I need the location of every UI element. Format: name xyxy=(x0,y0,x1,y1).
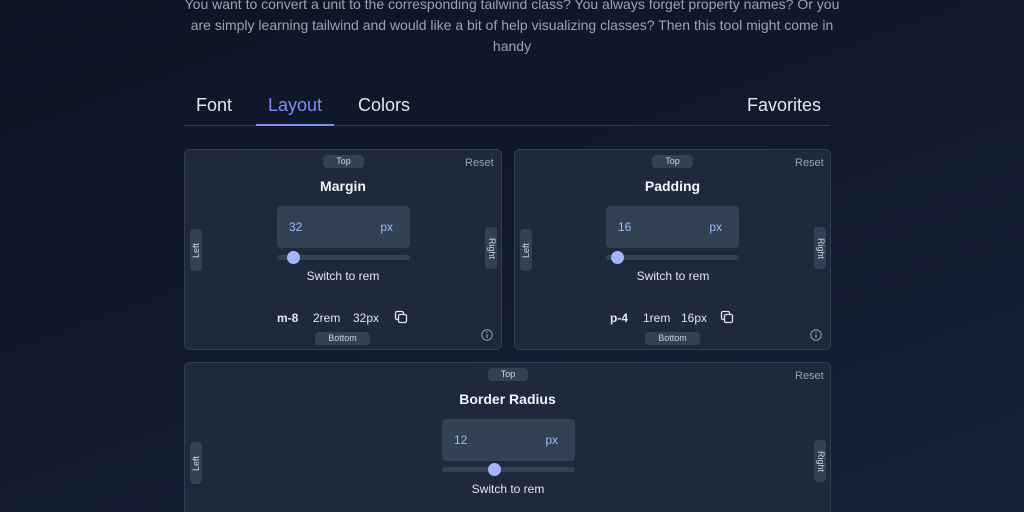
padding-rem-value: 1rem xyxy=(643,311,671,325)
tab-bar: Font Layout Colors Favorites xyxy=(184,85,830,126)
intro-line-1: You want to convert a unit to the corres… xyxy=(184,0,840,12)
radius-right-label: Right xyxy=(815,450,826,472)
radius-title: Border Radius xyxy=(459,391,556,407)
copy-icon[interactable] xyxy=(394,310,408,324)
radius-top-button[interactable]: Top xyxy=(488,368,528,381)
margin-card: Top Reset Margin Left Right 32 px Switch… xyxy=(184,149,502,350)
padding-value-input[interactable]: 16 px xyxy=(606,206,739,248)
padding-class-name: p-4 xyxy=(610,311,628,325)
margin-top-button[interactable]: Top xyxy=(323,155,364,168)
margin-switch-unit[interactable]: Switch to rem xyxy=(273,269,413,283)
padding-right-label: Right xyxy=(815,237,826,259)
margin-reset-button[interactable]: Reset xyxy=(465,157,494,169)
info-icon[interactable] xyxy=(810,329,822,341)
info-icon[interactable] xyxy=(481,329,493,341)
padding-slider[interactable] xyxy=(606,251,739,264)
padding-left-button[interactable]: Left xyxy=(520,229,532,271)
margin-right-button[interactable]: Right xyxy=(485,227,497,269)
radius-value-input[interactable]: 12 px xyxy=(442,419,575,461)
margin-rem-value: 2rem xyxy=(313,311,341,325)
padding-px-value: 16px xyxy=(681,311,708,325)
padding-left-label: Left xyxy=(520,242,531,258)
margin-title: Margin xyxy=(320,178,366,194)
margin-px-value: 32px xyxy=(353,311,380,325)
margin-right-label: Right xyxy=(486,237,497,259)
margin-value-input[interactable]: 32 px xyxy=(277,206,410,248)
padding-bottom-button[interactable]: Bottom xyxy=(645,332,700,345)
intro-line-3: handy xyxy=(492,38,532,54)
radius-slider[interactable] xyxy=(442,463,575,476)
padding-unit: px xyxy=(709,220,722,234)
radius-right-button[interactable]: Right xyxy=(814,440,826,482)
padding-value: 16 xyxy=(618,220,632,234)
intro-text: You want to convert a unit to the corres… xyxy=(180,0,844,57)
tab-layout[interactable]: Layout xyxy=(268,95,322,116)
margin-bottom-button[interactable]: Bottom xyxy=(315,332,370,345)
padding-title: Padding xyxy=(644,178,701,194)
intro-line-2: are simply learning tailwind and would l… xyxy=(190,17,834,33)
padding-slider-thumb[interactable] xyxy=(610,251,624,264)
radius-unit: px xyxy=(545,433,558,447)
radius-switch-unit[interactable]: Switch to rem xyxy=(438,482,578,496)
radius-slider-thumb[interactable] xyxy=(487,463,501,476)
margin-value: 32 xyxy=(289,220,303,234)
padding-switch-unit[interactable]: Switch to rem xyxy=(603,269,743,283)
tab-favorites[interactable]: Favorites xyxy=(747,95,821,116)
padding-card: Top Reset Padding Left Right 16 px Switc… xyxy=(514,149,831,350)
tab-font[interactable]: Font xyxy=(196,95,232,116)
margin-unit: px xyxy=(380,220,393,234)
margin-class-name: m-8 xyxy=(277,311,299,325)
radius-reset-button[interactable]: Reset xyxy=(795,370,824,382)
margin-left-button[interactable]: Left xyxy=(190,229,202,271)
radius-left-button[interactable]: Left xyxy=(190,442,202,484)
margin-slider-thumb[interactable] xyxy=(286,251,300,264)
padding-top-button[interactable]: Top xyxy=(652,155,693,168)
radius-left-label: Left xyxy=(190,455,201,471)
active-tab-indicator xyxy=(256,124,334,126)
padding-reset-button[interactable]: Reset xyxy=(795,157,824,169)
margin-left-label: Left xyxy=(190,242,201,258)
copy-icon[interactable] xyxy=(720,310,734,324)
tab-colors[interactable]: Colors xyxy=(358,95,410,116)
border-radius-card: Top Reset Border Radius Left Right 12 px… xyxy=(184,362,831,512)
padding-right-button[interactable]: Right xyxy=(814,227,826,269)
margin-slider[interactable] xyxy=(277,251,410,264)
radius-value: 12 xyxy=(454,433,468,447)
